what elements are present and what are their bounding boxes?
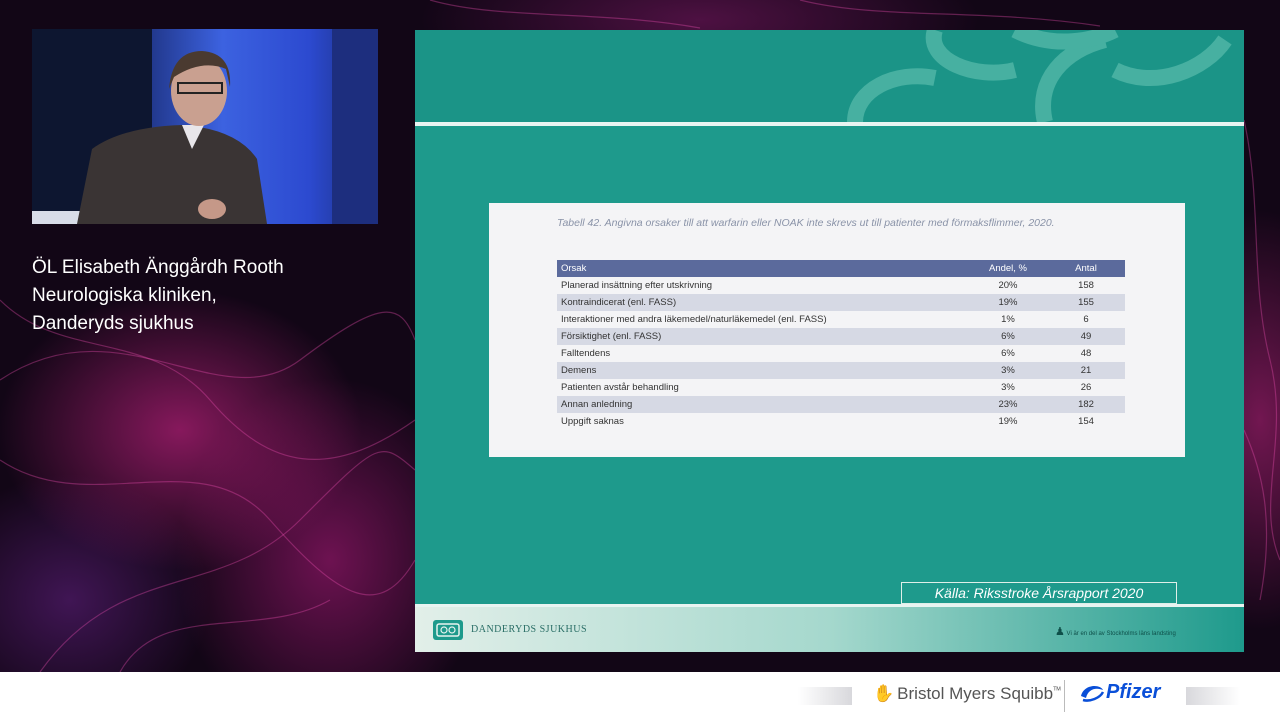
table-card: Tabell 42. Angivna orsaker till att warf… [489,203,1185,457]
source-note: Källa: Riksstroke Årsrapport 2020 [901,582,1177,604]
cell-share: 3% [969,362,1047,379]
pfizer-logo: Pfizer [1078,681,1160,704]
table-header-row: Orsak Andel, % Antal [557,260,1125,277]
cell-count: 26 [1080,382,1092,393]
cell-count: 155 [1047,294,1125,311]
flower-decoration-icon [847,30,1232,124]
cell-count: 182 [1047,396,1125,413]
cell-count: 6 [1083,314,1089,325]
slide-header-band [415,30,1244,124]
cell-reason: Falltendens [561,348,611,359]
table-row: Demens 3% 21 [557,362,1125,379]
header-divider [415,122,1244,126]
cell-reason: Planerad insättning efter utskrivning [561,280,713,291]
pfizer-swirl-icon [1078,682,1106,704]
cell-share: 19% [998,416,1018,427]
presentation-slide: Tabell 42. Angivna orsaker till att warf… [415,30,1244,652]
speaker-hospital: Danderyds sjukhus [32,313,194,334]
cell-reason: Uppgift saknas [561,416,624,427]
table-row: Planerad insättning efter utskrivning 20… [557,277,1125,294]
cell-share: 6% [1001,348,1015,359]
cell-count: 154 [1078,416,1094,427]
sponsor-fade-left [798,687,852,705]
hospital-logo-icon [433,620,463,640]
reasons-table: Orsak Andel, % Antal Planerad insättning… [557,260,1125,430]
cell-reason: Demens [557,362,969,379]
cell-share: 3% [1001,382,1015,393]
table-row: Interaktioner med andra läkemedel/naturl… [557,311,1125,328]
speaker-video [32,29,378,224]
col-header-orsak: Orsak [557,260,969,277]
bms-logo-text: Bristol Myers Squibb [897,684,1054,703]
cell-reason: Annan anledning [557,396,969,413]
speaker-image [32,29,378,224]
cell-reason: Försiktighet (enl. FASS) [557,328,969,345]
cell-share: 6% [969,328,1047,345]
cell-reason: Patienten avstår behandling [561,382,679,393]
table-row: Kontraindicerat (enl. FASS) 19% 155 [557,294,1125,311]
cell-reason: Kontraindicerat (enl. FASS) [557,294,969,311]
bms-trademark: ᵀᴹ [1053,685,1061,695]
cell-share: 1% [1001,314,1015,325]
sponsor-divider [1064,680,1065,712]
cell-count: 158 [1078,280,1094,291]
cell-reason: Interaktioner med andra läkemedel/naturl… [561,314,827,325]
speaker-department: Neurologiska kliniken, [32,285,217,306]
bms-logo: ✋ Bristol Myers Squibbᵀᴹ [873,684,1061,704]
person-icon: ♟ [1055,626,1065,638]
hospital-logo-text: DANDERYDS SJUKHUS [471,624,588,635]
pfizer-logo-text: Pfizer [1106,681,1161,703]
bms-hand-icon: ✋ [873,684,895,703]
speaker-name: ÖL Elisabeth Änggårdh Rooth [32,257,284,278]
table-row: Annan anledning 23% 182 [557,396,1125,413]
speaker-caption: ÖL Elisabeth Änggårdh Rooth Neurologiska… [32,254,284,338]
table-row: Patienten avstår behandling 3% 26 [557,379,1125,396]
slide-footer: DANDERYDS SJUKHUS ♟ Vi är en del av Stoc… [415,607,1244,652]
col-header-antal: Antal [1047,260,1125,277]
table-row: Uppgift saknas 19% 154 [557,413,1125,430]
cell-share: 20% [998,280,1018,291]
cell-share: 19% [969,294,1047,311]
table-row: Falltendens 6% 48 [557,345,1125,362]
footer-tagline: ♟ Vi är en del av Stockholms läns landst… [1055,625,1176,638]
sponsor-fade-right [1186,687,1240,705]
cell-count: 49 [1047,328,1125,345]
table-caption: Tabell 42. Angivna orsaker till att warf… [557,217,1055,229]
cell-share: 23% [969,396,1047,413]
cell-count: 48 [1080,348,1092,359]
footer-tagline-text: Vi är en del av Stockholms läns landstin… [1066,631,1176,637]
col-header-andel: Andel, % [969,260,1047,277]
cell-count: 21 [1047,362,1125,379]
table-row: Försiktighet (enl. FASS) 6% 49 [557,328,1125,345]
